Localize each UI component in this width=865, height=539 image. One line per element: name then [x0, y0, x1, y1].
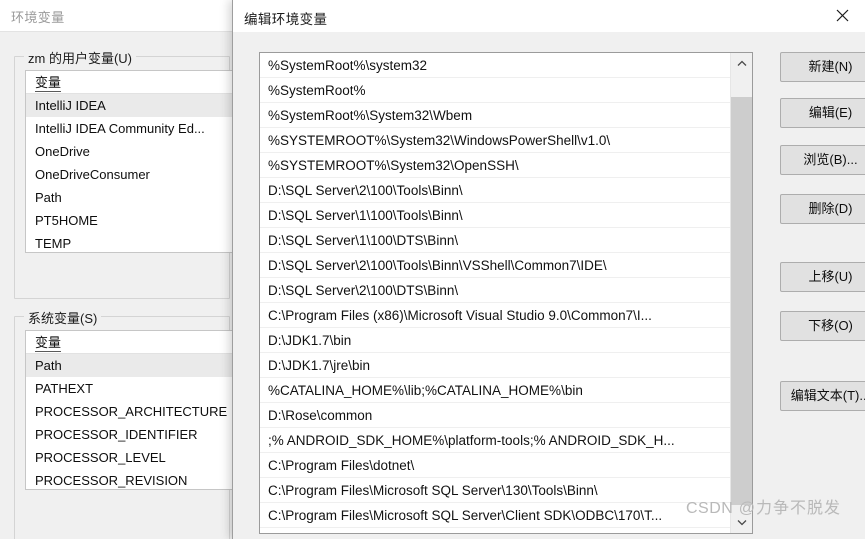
path-entry-row[interactable]: D:\SQL Server\2\100\DTS\Binn\: [260, 278, 730, 303]
system-variables-groupbox: 系统变量(S) 变量 Path PATHEXT PROCESSOR_ARCHITEC…: [14, 308, 235, 539]
new-button[interactable]: 新建(N): [780, 52, 865, 82]
user-variables-list[interactable]: 变量 IntelliJ IDEA IntelliJ IDEA Community …: [25, 70, 235, 253]
path-entry-row[interactable]: %SystemRoot%: [260, 78, 730, 103]
variable-row[interactable]: PROCESSOR_IDENTIFIER: [26, 423, 234, 446]
variable-row[interactable]: TEMP: [26, 232, 234, 252]
system-variables-legend: 系统变量(S): [24, 308, 102, 327]
path-entry-row[interactable]: D:\SQL Server\1\100\DTS\Binn\: [260, 228, 730, 253]
path-entry-row[interactable]: ;% ANDROID_SDK_HOME%\platform-tools;% AN…: [260, 428, 730, 453]
dialog-titlebar: 编辑环境变量: [233, 0, 865, 32]
path-entries-listbox[interactable]: %SystemRoot%\system32 %SystemRoot% %System…: [259, 52, 753, 534]
variable-row[interactable]: PROCESSOR_LEVEL: [26, 446, 234, 469]
variable-row[interactable]: PT5HOME: [26, 209, 234, 232]
variable-row[interactable]: IntelliJ IDEA: [26, 94, 234, 117]
variable-row[interactable]: OneDriveConsumer: [26, 163, 234, 186]
delete-button[interactable]: 删除(D): [780, 194, 865, 224]
user-variables-legend: zm 的用户变量(U): [24, 48, 136, 67]
move-down-button[interactable]: 下移(O): [780, 311, 865, 341]
background-window-client: zm 的用户变量(U) 变量 IntelliJ IDEA IntelliJ IDE…: [0, 31, 244, 539]
background-window-title: 环境变量: [11, 10, 65, 25]
edit-environment-variable-dialog: 编辑环境变量 %SystemRoot%\system32 %SystemRoot%…: [232, 0, 865, 539]
dialog-title: 编辑环境变量: [244, 12, 328, 27]
edit-button[interactable]: 编辑(E): [780, 98, 865, 128]
user-variables-column-header: 变量: [26, 71, 234, 94]
path-entry-row[interactable]: %SystemRoot%\system32: [260, 53, 730, 78]
variable-row[interactable]: OneDrive: [26, 140, 234, 163]
path-entry-row[interactable]: C:\Program Files (x86)\Microsoft Visual …: [260, 303, 730, 328]
browse-button[interactable]: 浏览(B)...: [780, 145, 865, 175]
system-variables-list[interactable]: 变量 Path PATHEXT PROCESSOR_ARCHITECTURE PROC…: [25, 330, 235, 490]
scrollbar-thumb[interactable]: [731, 97, 752, 505]
path-entries-rows[interactable]: %SystemRoot%\system32 %SystemRoot% %System…: [260, 53, 730, 533]
user-variables-groupbox: zm 的用户变量(U) 变量 IntelliJ IDEA IntelliJ IDE…: [14, 48, 235, 299]
variable-row[interactable]: PATHEXT: [26, 377, 234, 400]
path-entry-row[interactable]: D:\JDK1.7\jre\bin: [260, 353, 730, 378]
background-window-titlebar: 环境变量: [0, 0, 244, 31]
path-entry-row[interactable]: C:\Program Files\Microsoft SQL Server\Cl…: [260, 503, 730, 528]
chevron-down-icon[interactable]: [731, 512, 752, 533]
chevron-up-icon[interactable]: [731, 53, 752, 74]
variable-row[interactable]: PROCESSOR_REVISION: [26, 469, 234, 489]
variable-row[interactable]: IntelliJ IDEA Community Ed...: [26, 117, 234, 140]
path-entry-row[interactable]: %CATALINA_HOME%\lib;%CATALINA_HOME%\bin: [260, 378, 730, 403]
path-entry-row[interactable]: %SYSTEMROOT%\System32\WindowsPowerShell\…: [260, 128, 730, 153]
path-list-scrollbar[interactable]: [730, 53, 752, 533]
path-entry-row[interactable]: %SYSTEMROOT%\System32\OpenSSH\: [260, 153, 730, 178]
close-icon[interactable]: [820, 0, 865, 31]
dialog-body: %SystemRoot%\system32 %SystemRoot% %System…: [233, 32, 865, 539]
screen-root: 环境变量 zm 的用户变量(U) 变量 IntelliJ IDEA Intelli…: [0, 0, 865, 539]
variable-row[interactable]: Path: [26, 354, 234, 377]
edit-text-button[interactable]: 编辑文本(T)...: [780, 381, 865, 411]
variable-row[interactable]: Path: [26, 186, 234, 209]
move-up-button[interactable]: 上移(U): [780, 262, 865, 292]
path-entry-row[interactable]: C:\Program Files\Microsoft SQL Server\13…: [260, 478, 730, 503]
path-entry-row[interactable]: D:\SQL Server\2\100\Tools\Binn\VSShell\C…: [260, 253, 730, 278]
path-entry-row[interactable]: D:\JDK11\jdk-11: [260, 528, 730, 533]
variable-row[interactable]: PROCESSOR_ARCHITECTURE: [26, 400, 234, 423]
path-entry-row[interactable]: C:\Program Files\dotnet\: [260, 453, 730, 478]
path-entry-row[interactable]: D:\JDK1.7\bin: [260, 328, 730, 353]
path-entry-row[interactable]: D:\SQL Server\1\100\Tools\Binn\: [260, 203, 730, 228]
path-entry-row[interactable]: D:\Rose\common: [260, 403, 730, 428]
background-window-environment-variables: 环境变量 zm 的用户变量(U) 变量 IntelliJ IDEA Intelli…: [0, 0, 245, 539]
system-variables-column-header: 变量: [26, 331, 234, 354]
path-entry-row[interactable]: D:\SQL Server\2\100\Tools\Binn\: [260, 178, 730, 203]
path-entry-row[interactable]: %SystemRoot%\System32\Wbem: [260, 103, 730, 128]
